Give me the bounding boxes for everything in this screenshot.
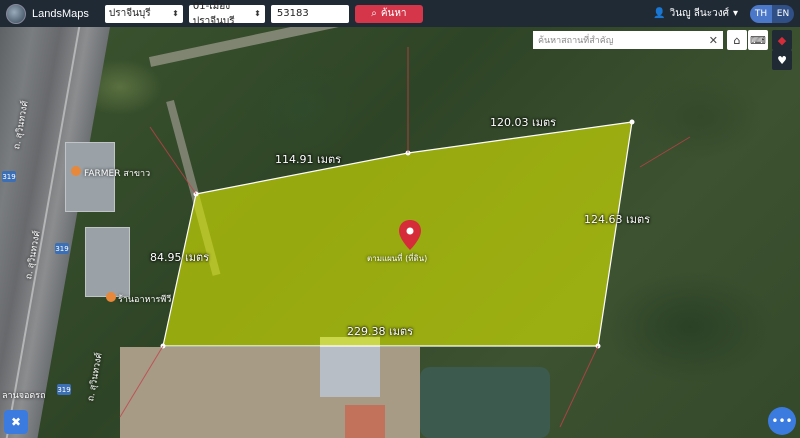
parcel-polygon[interactable] (162, 121, 633, 347)
highway-badge: 319 (55, 243, 69, 254)
place-farmer[interactable]: FARMER สาขาว (84, 166, 150, 180)
layers-icon[interactable]: ◆ (772, 30, 792, 50)
measurement-east: 124.63 เมตร (584, 213, 651, 226)
chevron-down-icon: ⬍ (172, 9, 179, 18)
lang-th-button[interactable]: TH (750, 4, 772, 23)
user-icon: 👤 (653, 8, 666, 19)
chevron-down-icon: ▾ (732, 8, 738, 19)
user-name: วินญู ลีนะวงศ์ (669, 8, 729, 19)
close-icon[interactable]: ✕ (709, 34, 718, 47)
measurement-north-left: 114.91 เมตร (275, 153, 342, 166)
favorite-heart-icon[interactable]: ♥ (772, 50, 792, 70)
more-options-icon[interactable]: ••• (768, 407, 796, 435)
district-select[interactable]: 01-เมืองปราจีนบุรี ⬍ (188, 1, 265, 27)
measurement-north-right: 120.03 เมตร (490, 116, 557, 129)
place-bottom-left[interactable]: ลานจอดรถ (2, 388, 46, 402)
search-button-label: ค้นหา (380, 8, 407, 19)
search-icon: ⌕ (371, 8, 377, 19)
tools-icon[interactable]: ✖ (4, 410, 28, 434)
keyboard-icon[interactable]: ⌨ (748, 30, 768, 50)
poi-search-input[interactable]: ค้นหาสถานที่สำคัญ ✕ (533, 31, 723, 49)
search-button[interactable]: ⌕ ค้นหา (354, 4, 423, 23)
poi-search-placeholder: ค้นหาสถานที่สำคัญ (538, 36, 614, 46)
parcel-overlay (71, 47, 691, 428)
farmer-marker-icon[interactable] (71, 166, 81, 176)
home-icon[interactable]: ⌂ (727, 30, 747, 50)
user-menu[interactable]: 👤 วินญู ลีนะวงศ์ ▾ (653, 6, 738, 21)
place-shop[interactable]: ร้านอาหารพีวี (118, 292, 171, 306)
chevron-down-icon: ⬍ (254, 9, 261, 18)
shop-marker-icon[interactable] (106, 292, 116, 302)
highway-badge: 319 (57, 384, 71, 395)
district-value: 01-เมืองปราจีนบุรี (192, 0, 235, 27)
lang-en-button[interactable]: EN (772, 4, 794, 23)
brand-name: LandsMaps (32, 7, 89, 20)
province-value: ปราจีนบุรี (108, 8, 151, 19)
logo-icon (6, 3, 26, 24)
language-toggle: TH EN (750, 4, 794, 23)
highway-badge: 319 (2, 171, 16, 182)
parcel-label: ตามแผนที่ (ที่ดิน) (367, 254, 428, 263)
province-select[interactable]: ปราจีนบุรี ⬍ (104, 4, 183, 23)
vertex-marker[interactable] (629, 119, 635, 125)
top-bar: LandsMaps ปราจีนบุรี ⬍ 01-เมืองปราจีนบุร… (0, 0, 800, 27)
measurement-west: 84.95 เมตร (150, 251, 210, 264)
measurement-south: 229.38 เมตร (347, 325, 414, 338)
parcel-number-input[interactable]: 53183 (270, 4, 349, 23)
